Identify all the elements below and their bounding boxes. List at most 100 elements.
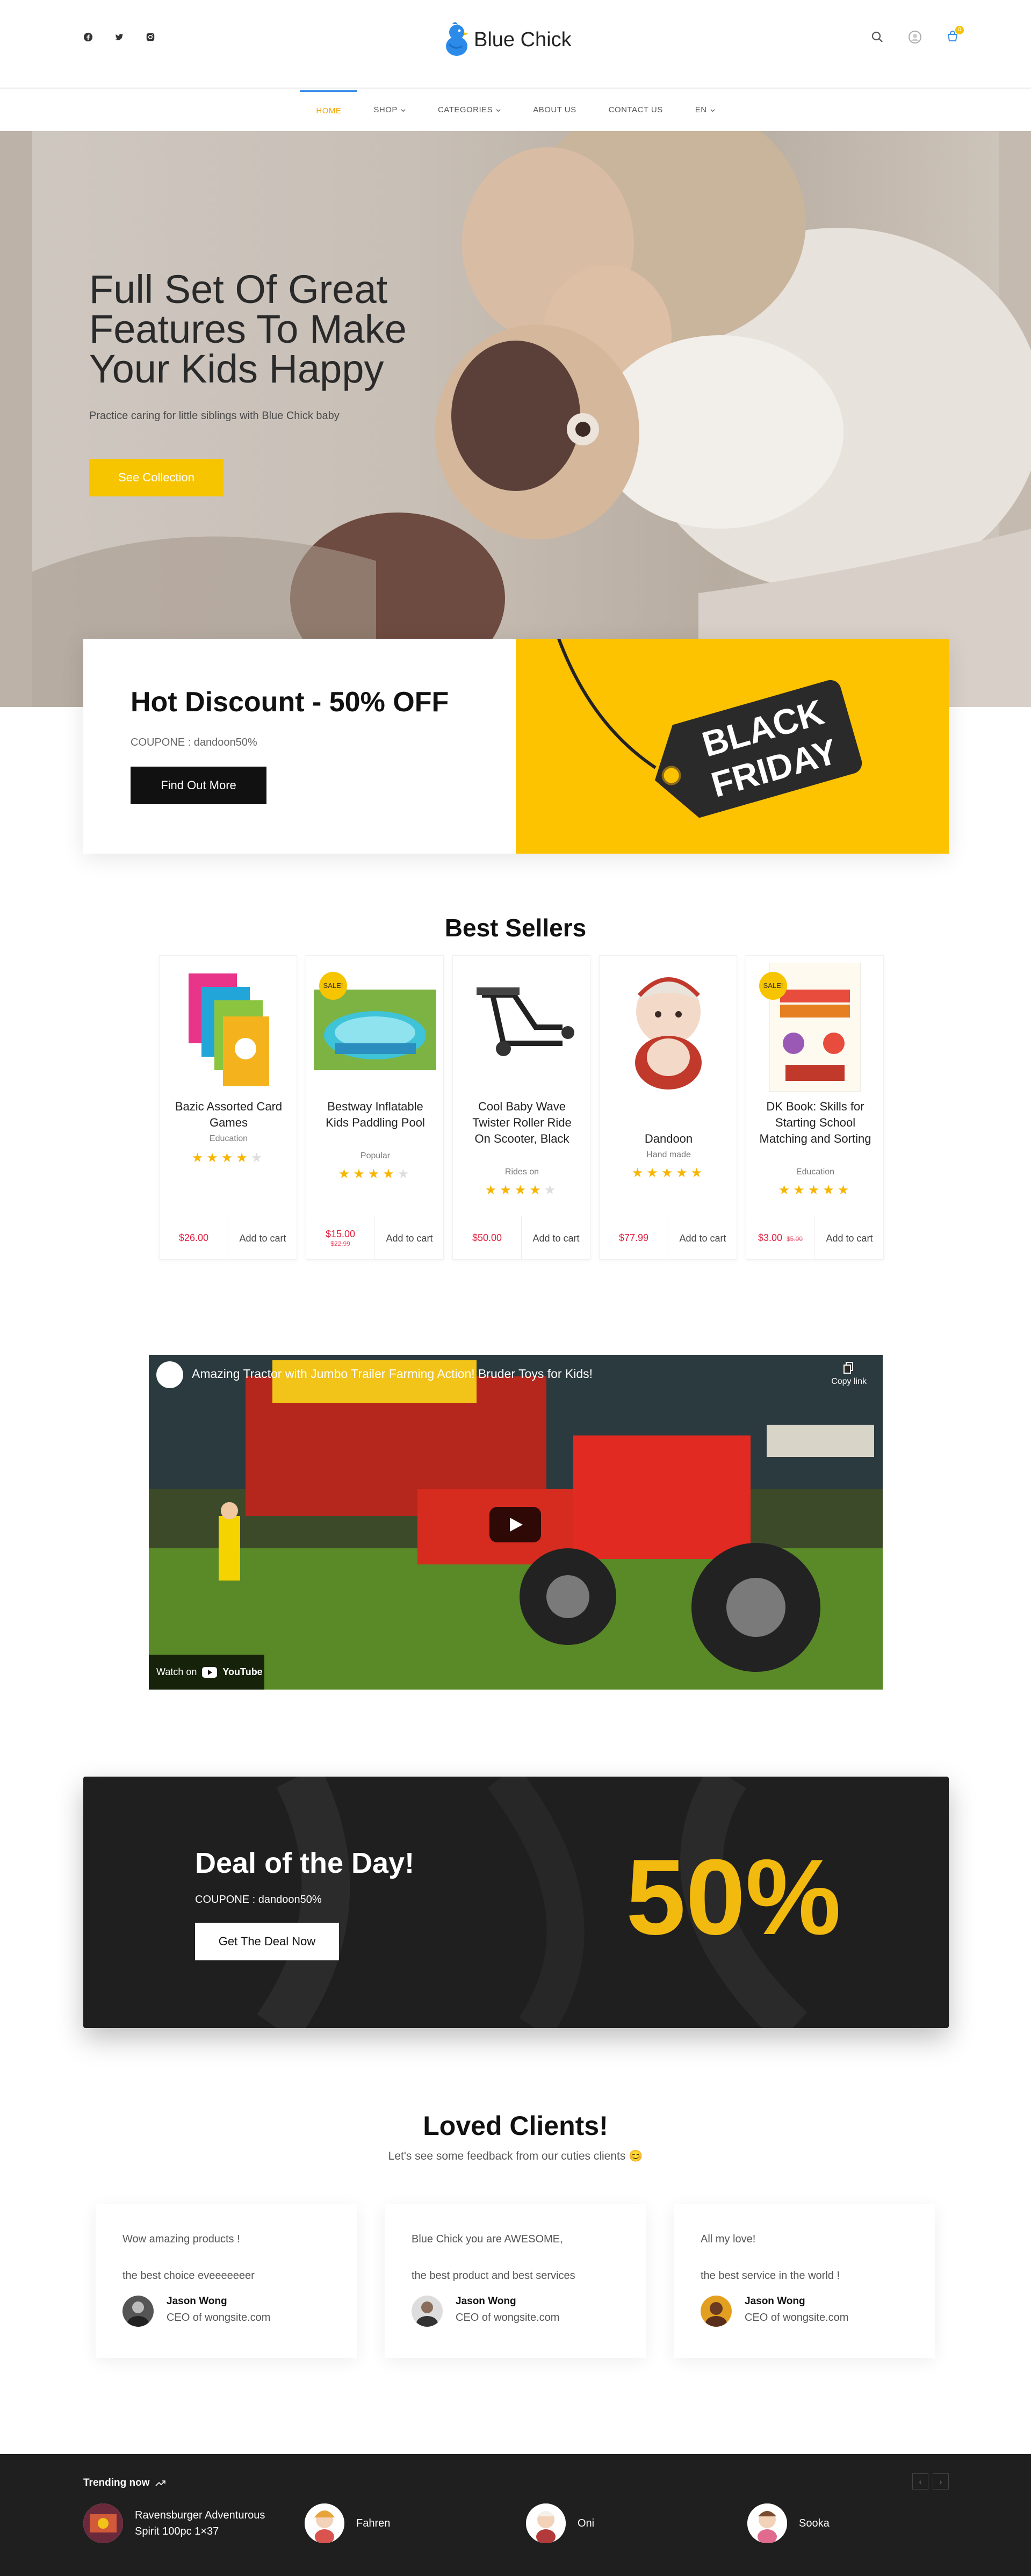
logo[interactable]: Blue Chick [444,20,572,59]
add-to-cart-button[interactable]: Add to cart [668,1216,737,1260]
product-price: $77.99 [600,1216,668,1260]
trending-name[interactable]: Sooka [799,2515,933,2531]
cart-count-badge: 0 [955,26,964,34]
trending-item[interactable]: Ravensburger Adventurous Spirit 100pc 1×… [83,2503,305,2543]
trending-thumbnail[interactable] [83,2503,123,2543]
play-icon [510,1518,523,1532]
trending-heading: Trending now [83,2477,166,2489]
channel-avatar[interactable] [156,1361,183,1388]
trending-thumbnail[interactable] [526,2503,566,2543]
product-footer: $15.00 $22.99 Add to cart [306,1216,444,1260]
youtube-logo-icon [202,1666,218,1678]
testimonial-role: CEO of wongsite.com [167,2312,271,2324]
product-name[interactable]: Bazic Assorted Card Games [170,1099,287,1131]
product-footer: $26.00 Add to cart [160,1216,298,1260]
product-name[interactable]: Dandoon [610,1131,727,1147]
next-arrow-button[interactable]: › [933,2473,949,2490]
hero-banner: Full Set Of Great Features To Make Your … [0,131,1031,707]
nav-item-about[interactable]: ABOUT US [517,90,592,130]
black-friday-panel: BLACK FRIDAY [516,639,949,854]
product-category[interactable]: Education [160,1134,298,1144]
video-title[interactable]: Amazing Tractor with Jumbo Trailer Farmi… [192,1367,593,1381]
watch-on-youtube-button[interactable]: Watch on YouTube [149,1655,264,1690]
product-card[interactable]: Cool Baby Wave Twister Roller Ride On Sc… [452,955,591,1260]
deal-title: Deal of the Day! [195,1847,415,1879]
nav-item-categories[interactable]: CATEGORIES [422,90,517,130]
trending-list: Ravensburger Adventurous Spirit 100pc 1×… [83,2503,969,2543]
testimonial-card: Wow amazing products ! the best choice e… [96,2204,357,2358]
product-category[interactable]: Rides on [453,1167,591,1177]
chick-logo-icon [446,22,468,56]
product-image[interactable] [460,958,583,1096]
play-button[interactable] [489,1507,541,1542]
get-deal-button[interactable]: Get The Deal Now [195,1923,339,1960]
cart-icon[interactable]: 0 [946,26,964,44]
price-current: $3.00 [758,1232,782,1243]
nav-item-language[interactable]: EN [679,90,731,130]
trending-item[interactable]: Fahren [305,2503,526,2543]
search-icon[interactable] [870,30,884,44]
loved-clients-title: Loved Clients! [423,2111,608,2141]
trending-thumbnail[interactable] [747,2503,787,2543]
price-current: $50.00 [472,1232,502,1243]
youtube-video-embed[interactable]: Amazing Tractor with Jumbo Trailer Farmi… [149,1355,883,1690]
product-card[interactable]: SALE! Bestway Inflatable Kids Paddling P… [306,955,444,1260]
facebook-icon[interactable] [83,32,93,42]
product-name[interactable]: DK Book: Skills for Starting School Matc… [757,1099,874,1147]
trending-up-icon [155,2480,165,2486]
product-rating: ★★★★★ [778,1183,853,1197]
product-name[interactable]: Cool Baby Wave Twister Roller Ride On Sc… [464,1099,580,1147]
hero-title: Full Set Of Great Features To Make Your … [89,267,407,391]
prev-arrow-button[interactable]: ‹ [912,2473,928,2490]
discount-banner: Hot Discount - 50% OFF COUPONE : dandoon… [83,639,949,854]
nav-item-label: EN [695,105,707,114]
copy-link-label: Copy link [831,1377,867,1386]
product-rating: ★★★★★ [485,1183,559,1197]
testimonial-list: Wow amazing products ! the best choice e… [96,2204,935,2358]
product-card[interactable]: Bazic Assorted Card Games Education ★★★★… [159,955,298,1260]
product-image[interactable] [167,958,290,1096]
trending-pager: ‹ › [912,2473,949,2490]
trending-thumbnail[interactable] [305,2503,344,2543]
trending-name[interactable]: Fahren [356,2515,491,2531]
product-card[interactable]: Dandoon Hand made ★★★★★ $77.99 Add to ca… [599,955,738,1260]
trending-name[interactable]: Ravensburger Adventurous Spirit 100pc 1×… [135,2507,269,2539]
nav-item-contact[interactable]: CONTACT US [593,90,679,130]
sale-badge: SALE! [319,972,347,1000]
logo-text: Blue Chick [474,28,572,51]
nav-item-home[interactable]: HOME [300,90,358,130]
twitter-icon[interactable] [114,32,124,42]
add-to-cart-button[interactable]: Add to cart [375,1216,444,1260]
hero-subtitle: Practice caring for little siblings with… [89,410,340,422]
user-icon[interactable] [908,30,922,44]
instagram-icon[interactable] [146,32,155,42]
testimonial-card: Blue Chick you are AWESOME, the best pro… [385,2204,646,2358]
avatar [412,2296,443,2327]
product-category[interactable]: Popular [306,1151,444,1161]
trending-title: Trending now [83,2477,150,2488]
social-links [83,32,155,42]
trending-name[interactable]: Oni [578,2515,712,2531]
nav-item-label: HOME [316,106,342,116]
copy-link-button[interactable]: Copy link [831,1361,867,1387]
site-header: Blue Chick 0 [0,0,1031,89]
product-name[interactable]: Bestway Inflatable Kids Paddling Pool [317,1099,434,1131]
add-to-cart-button[interactable]: Add to cart [228,1216,297,1260]
product-category[interactable]: Education [746,1167,884,1177]
product-list: Bazic Assorted Card Games Education ★★★★… [159,955,884,1260]
add-to-cart-button[interactable]: Add to cart [815,1216,884,1260]
trending-item[interactable]: Oni [526,2503,747,2543]
product-image[interactable] [607,958,730,1096]
see-collection-button[interactable]: See Collection [89,459,223,496]
nav-item-shop[interactable]: SHOP [357,90,422,130]
find-out-more-button[interactable]: Find Out More [131,767,266,804]
testimonial-line: Wow amazing products ! [122,2233,240,2245]
product-card[interactable]: SALE! DK Book: Skills for Starting Schoo… [746,955,884,1260]
product-footer: $77.99 Add to cart [600,1216,738,1260]
product-category[interactable]: Hand made [600,1150,738,1160]
avatar [701,2296,732,2327]
price-old: $22.99 [330,1240,350,1247]
trending-item[interactable]: Sooka [747,2503,969,2543]
add-to-cart-button[interactable]: Add to cart [522,1216,590,1260]
discount-coupon: COUPONE : dandoon50% [131,737,257,748]
